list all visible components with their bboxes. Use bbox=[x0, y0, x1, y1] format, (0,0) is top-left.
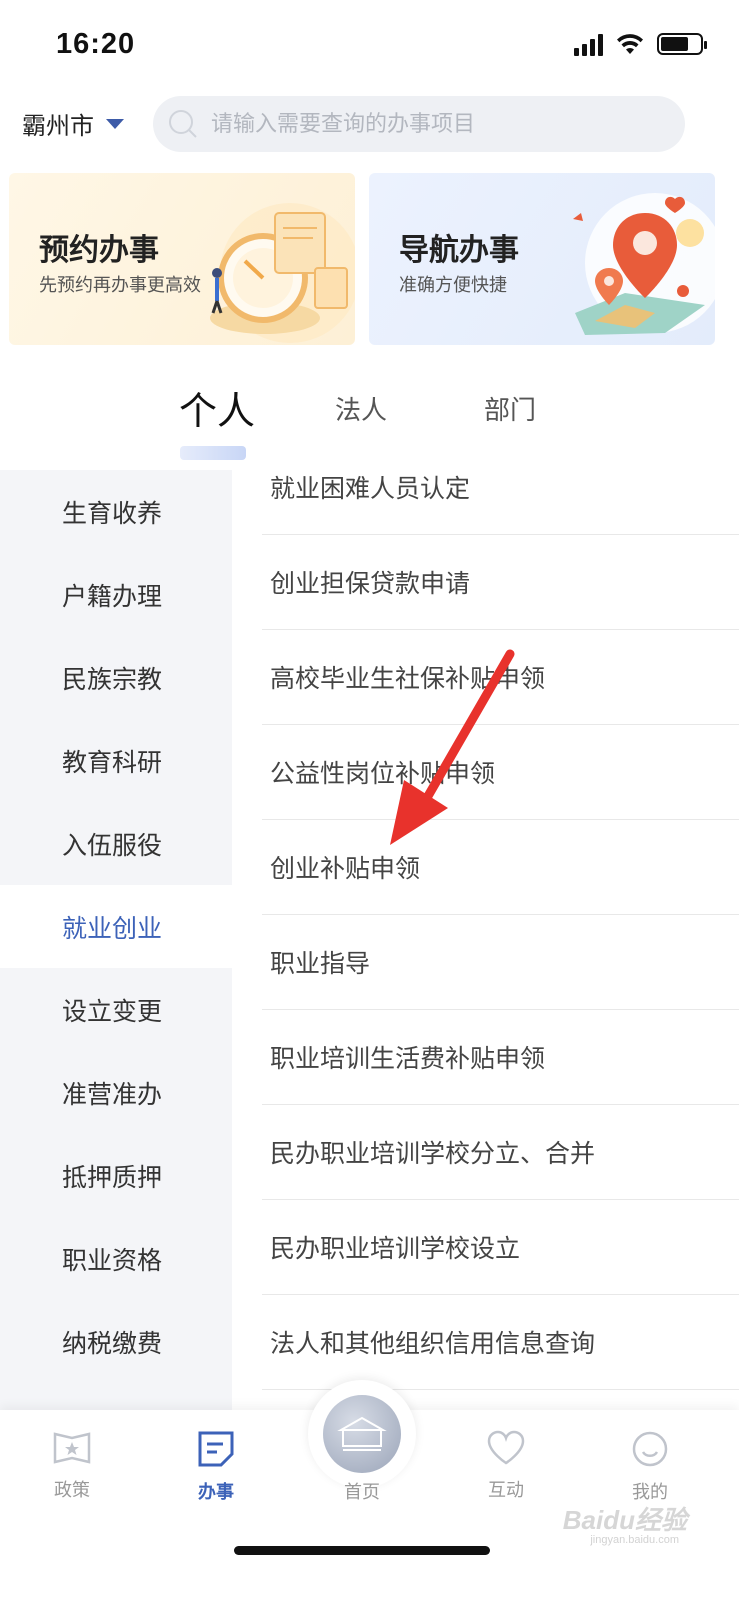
affairs-icon bbox=[198, 1431, 234, 1467]
search-box[interactable] bbox=[153, 96, 685, 152]
category-item[interactable]: 职业资格 bbox=[0, 1217, 232, 1300]
header: 霸州市 bbox=[0, 96, 739, 154]
active-tab-indicator bbox=[180, 446, 246, 460]
category-item[interactable]: 生育收养 bbox=[0, 470, 232, 553]
category-item[interactable]: 设立变更 bbox=[0, 968, 232, 1051]
card-subtitle: 先预约再办事更高效 bbox=[39, 275, 201, 296]
category-item[interactable]: 抵押质押 bbox=[0, 1134, 232, 1217]
caret-down-icon bbox=[106, 118, 124, 129]
service-item[interactable]: 法人和其他组织信用信息查询 bbox=[262, 1295, 739, 1390]
service-item[interactable]: 职业指导 bbox=[262, 915, 739, 1010]
card-title: 预约办事 bbox=[39, 233, 159, 268]
tab-personal[interactable]: 个人 bbox=[179, 380, 255, 435]
service-item[interactable]: 创业补贴申领 bbox=[262, 820, 739, 915]
status-bar: 16:20 bbox=[0, 0, 739, 92]
city-label: 霸州市 bbox=[22, 112, 94, 140]
navigation-card[interactable]: 导航办事 准确方便快捷 bbox=[369, 173, 715, 345]
tab-policy-label: 政策 bbox=[54, 1480, 90, 1501]
tab-interact[interactable]: 互动 bbox=[456, 1430, 556, 1502]
signal-icon bbox=[574, 32, 603, 56]
appointment-card[interactable]: 预约办事 先预约再办事更高效 bbox=[9, 173, 355, 345]
service-item[interactable]: 高校毕业生社保补贴申领 bbox=[262, 630, 739, 725]
category-item[interactable]: 准营准办 bbox=[0, 1051, 232, 1134]
card-subtitle: 准确方便快捷 bbox=[399, 275, 507, 296]
tab-policy[interactable]: 政策 bbox=[22, 1430, 122, 1502]
status-time: 16:20 bbox=[56, 28, 136, 60]
search-icon bbox=[169, 110, 197, 138]
category-item[interactable]: 民族宗教 bbox=[0, 636, 232, 719]
watermark: Baidu经验 bbox=[562, 1505, 687, 1535]
category-item[interactable]: 纳税缴费 bbox=[0, 1300, 232, 1383]
heart-icon bbox=[487, 1430, 525, 1465]
category-item[interactable]: 户籍办理 bbox=[0, 553, 232, 636]
service-item[interactable]: 民办职业培训学校分立、合并 bbox=[262, 1105, 739, 1200]
card-title: 导航办事 bbox=[399, 233, 519, 268]
tab-home-label: 首页 bbox=[344, 1482, 380, 1503]
tab-department[interactable]: 部门 bbox=[484, 390, 536, 427]
tab-legal-person[interactable]: 法人 bbox=[335, 390, 387, 427]
search-input[interactable] bbox=[211, 111, 651, 137]
service-item[interactable]: 就业困难人员认定 bbox=[262, 440, 739, 535]
home-indicator bbox=[234, 1546, 490, 1555]
city-selector[interactable]: 霸州市 bbox=[22, 106, 124, 141]
emblem-icon bbox=[323, 1395, 401, 1473]
category-item[interactable]: 教育科研 bbox=[0, 719, 232, 802]
service-item[interactable]: 公益性岗位补贴申领 bbox=[262, 725, 739, 820]
policy-icon bbox=[53, 1432, 91, 1464]
tab-affairs[interactable]: 办事 bbox=[166, 1430, 266, 1504]
tab-interact-label: 互动 bbox=[488, 1480, 524, 1501]
appointment-illustration bbox=[210, 203, 355, 343]
service-item[interactable]: 职业培训生活费补贴申领 bbox=[262, 1010, 739, 1105]
watermark-url: jingyan.baidu.com bbox=[590, 1534, 679, 1546]
category-item[interactable]: 入伍服役 bbox=[0, 802, 232, 885]
tab-mine[interactable]: 我的 bbox=[600, 1430, 700, 1504]
category-item-active[interactable]: 就业创业 bbox=[0, 885, 232, 968]
home-button[interactable] bbox=[308, 1380, 416, 1488]
map-pin-illustration bbox=[573, 193, 715, 335]
battery-icon bbox=[657, 33, 707, 55]
wifi-icon bbox=[617, 34, 643, 54]
tab-affairs-label: 办事 bbox=[198, 1482, 234, 1503]
smile-icon bbox=[632, 1431, 668, 1467]
status-icons bbox=[574, 32, 707, 56]
service-item[interactable]: 创业担保贷款申请 bbox=[262, 535, 739, 630]
category-sidebar: 生育收养 户籍办理 民族宗教 教育科研 入伍服役 就业创业 设立变更 准营准办 … bbox=[0, 470, 232, 1410]
bottom-tab-bar: 政策 办事 首页 互动 我的 Baidu经验 jingyan.baidu.com bbox=[0, 1380, 739, 1600]
service-item[interactable]: 民办职业培训学校设立 bbox=[262, 1200, 739, 1295]
